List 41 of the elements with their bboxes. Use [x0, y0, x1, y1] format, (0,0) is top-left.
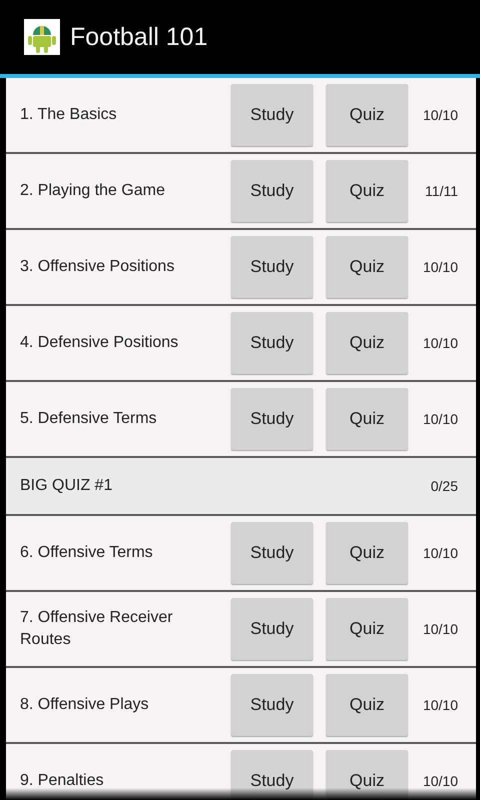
quiz-button[interactable]: Quiz — [326, 160, 408, 222]
quiz-button[interactable]: Quiz — [326, 84, 408, 146]
score-text: 10/10 — [422, 697, 458, 713]
study-button[interactable]: Study — [231, 388, 313, 450]
score-text: 10/10 — [422, 259, 458, 275]
quiz-button[interactable]: Quiz — [326, 236, 408, 298]
score-text: 10/10 — [422, 621, 458, 637]
quiz-button[interactable]: Quiz — [326, 598, 408, 660]
lesson-title: 5. Defensive Terms — [20, 409, 158, 429]
score-text: 10/10 — [422, 545, 458, 561]
study-button[interactable]: Study — [231, 84, 313, 146]
lesson-title: 4. Defensive Positions — [20, 333, 180, 353]
app-title: Football 101 — [70, 22, 208, 52]
score-text: 0/25 — [430, 478, 458, 494]
score-text: 11/11 — [424, 183, 458, 199]
study-button[interactable]: Study — [231, 598, 313, 660]
score-text: 10/10 — [422, 107, 458, 123]
lesson-title: 8. Offensive Plays — [20, 695, 150, 715]
quiz-button[interactable]: Quiz — [326, 750, 408, 800]
big-quiz-title: BIG QUIZ #1 — [20, 476, 114, 496]
study-button[interactable]: Study — [231, 674, 313, 736]
lesson-title: 6. Offensive Terms — [20, 543, 154, 563]
score-text: 10/10 — [422, 773, 458, 789]
quiz-button[interactable]: Quiz — [326, 674, 408, 736]
lesson-title: 7. Offensive Receiver Routes — [20, 608, 174, 650]
lesson-title: 2. Playing the Game — [20, 181, 166, 201]
lesson-title: 3. Offensive Positions — [20, 257, 176, 277]
quiz-button[interactable]: Quiz — [326, 388, 408, 450]
quiz-button[interactable]: Quiz — [326, 522, 408, 584]
study-button[interactable]: Study — [231, 236, 313, 298]
score-text: 10/10 — [422, 411, 458, 427]
study-button[interactable]: Study — [231, 522, 313, 584]
study-button[interactable]: Study — [231, 750, 313, 800]
lesson-title: 9. Penalties — [20, 771, 105, 791]
score-text: 10/10 — [422, 335, 458, 351]
study-button[interactable]: Study — [231, 160, 313, 222]
android-helmet-icon — [24, 19, 60, 55]
big-quiz-row[interactable]: BIG QUIZ #1 0/25 — [6, 458, 476, 516]
quiz-button[interactable]: Quiz — [326, 312, 408, 374]
study-button[interactable]: Study — [231, 312, 313, 374]
lesson-title: 1. The Basics — [20, 105, 118, 125]
